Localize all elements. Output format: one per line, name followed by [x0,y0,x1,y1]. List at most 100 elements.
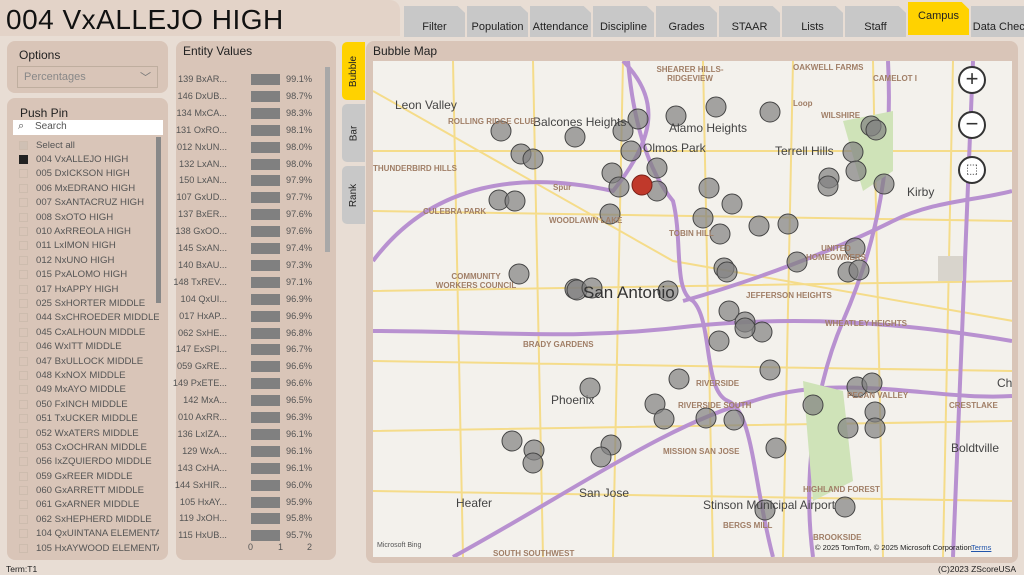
list-item[interactable]: 050 FxINCH MIDDLE [19,397,159,411]
map-bubble[interactable] [646,157,668,179]
map-bubble[interactable] [837,417,859,439]
tab-bubble[interactable]: Bubble [342,42,365,100]
map-bubble[interactable] [759,101,781,123]
map-bubble[interactable] [759,359,781,381]
list-item[interactable]: 049 MxAYO MIDDLE [19,383,159,397]
entity-scrollbar[interactable] [325,67,330,252]
map-bubble[interactable] [708,330,730,352]
checkbox[interactable] [19,486,28,496]
checkbox[interactable] [19,140,28,150]
list-item[interactable]: 051 TxUCKER MIDDLE [19,411,159,425]
list-item[interactable]: 010 AxRREOLA HIGH [19,224,159,238]
checkbox[interactable] [19,471,28,481]
list-item[interactable]: 046 WxITT MIDDLE [19,339,159,353]
checkbox[interactable] [19,327,28,337]
table-row[interactable]: 142 MxA... 96.5% [180,394,320,407]
map-bubble[interactable] [501,430,523,452]
tab-bar[interactable]: Bar [342,104,365,162]
map-bubble[interactable] [627,108,649,130]
tab-staar[interactable]: STAAR [719,6,780,37]
map-bubble[interactable] [861,372,883,394]
table-row[interactable]: 149 PxETE... 96.6% [173,377,320,390]
tab-grades[interactable]: Grades [656,6,717,37]
table-row[interactable]: 144 SxHIR... 96.0% [175,479,320,492]
map-bubble[interactable] [668,368,690,390]
tab-data-check[interactable]: Data Check [971,6,1024,37]
table-row[interactable]: 010 AxRR... 96.3% [178,411,320,424]
checkbox[interactable] [19,227,28,237]
table-row[interactable]: 134 MxCA... 98.3% [176,107,320,120]
list-item[interactable]: 011 LxIMON HIGH [19,239,159,253]
map-bubble[interactable] [845,160,867,182]
table-row[interactable]: 059 GxRE... 96.6% [177,360,320,373]
table-row[interactable]: 132 LxAN... 98.0% [179,158,320,171]
checkbox[interactable] [19,212,28,222]
checkbox[interactable] [19,385,28,395]
table-row[interactable]: 145 SxAN... 97.4% [178,242,320,255]
list-item[interactable]: 008 SxOTO HIGH [19,210,159,224]
map-bubble[interactable] [564,126,586,148]
list-item[interactable]: 012 NxUNO HIGH [19,253,159,267]
table-row[interactable]: 017 HxAP... 96.9% [179,310,320,323]
tab-staff[interactable]: Staff [845,6,906,37]
checkbox[interactable] [19,514,28,524]
list-item[interactable]: 104 QxUINTANA ELEMENTA... [19,527,159,541]
checkbox[interactable] [19,442,28,452]
map-bubble[interactable] [865,119,887,141]
list-item[interactable]: 053 CxOCHRAN MIDDLE [19,440,159,454]
checkbox[interactable] [19,414,28,424]
checkbox[interactable] [19,428,28,438]
map-bubble[interactable] [834,496,856,518]
map-bubble[interactable] [765,437,787,459]
options-dropdown[interactable]: Percentages ﹀ [17,66,158,88]
checkbox[interactable] [19,543,28,553]
list-item[interactable]: 047 BxULLOCK MIDDLE [19,354,159,368]
pushpin-scrollbar[interactable] [156,137,161,303]
map-bubble[interactable] [716,261,738,283]
checkbox[interactable] [19,255,28,265]
table-row[interactable]: 105 HxAY... 95.9% [180,496,320,509]
list-item[interactable]: 007 SxANTACRUZ HIGH [19,196,159,210]
checkbox[interactable] [19,241,28,251]
table-row[interactable]: 107 GxUD... 97.7% [176,191,320,204]
table-row[interactable]: 148 TxREV... 97.1% [173,276,320,289]
list-item[interactable]: 060 GxARRETT MIDDLE [19,483,159,497]
table-row[interactable]: 137 BxER... 97.6% [178,208,320,221]
map-bubble[interactable] [802,394,824,416]
map-bubble[interactable] [848,259,870,281]
table-row[interactable]: 062 SxHE... 96.8% [178,327,320,340]
map-bubble[interactable] [698,177,720,199]
checkbox[interactable] [19,342,28,352]
table-row[interactable]: 146 DxUB... 98.7% [177,90,320,103]
map-bubble[interactable] [864,417,886,439]
checkbox[interactable] [19,284,28,294]
list-item[interactable]: 045 CxALHOUN MIDDLE [19,325,159,339]
table-row[interactable]: 138 GxOO... 97.6% [175,225,320,238]
list-item[interactable]: 044 SxCHROEDER MIDDLE [19,311,159,325]
checkbox[interactable] [19,457,28,467]
tab-population[interactable]: Population [467,6,528,37]
checkbox[interactable] [19,198,28,208]
list-item[interactable]: 015 PxALOMO HIGH [19,268,159,282]
table-row[interactable]: 119 JxOH... 95.8% [179,512,320,525]
map-bubble[interactable] [692,207,714,229]
list-item[interactable]: 017 HxAPPY HIGH [19,282,159,296]
list-item[interactable]: 061 GxARNER MIDDLE [19,498,159,512]
map-bubble[interactable] [734,317,756,339]
map-bubble[interactable] [842,141,864,163]
checkbox[interactable] [19,529,28,539]
checkbox[interactable] [19,155,28,165]
list-item[interactable]: 004 VxALLEJO HIGH [19,152,159,166]
table-row[interactable]: 143 CxHA... 96.1% [177,462,320,475]
list-item[interactable]: 105 HxAYWOOD ELEMENTA... [19,541,159,555]
map-bubble[interactable] [608,176,630,198]
checkbox[interactable] [19,500,28,510]
select-tool-button[interactable]: ⬚ [958,156,986,184]
tab-discipline[interactable]: Discipline [593,6,654,37]
tab-filter[interactable]: Filter [404,6,465,37]
list-item[interactable]: Select all [19,138,159,152]
checkbox[interactable] [19,298,28,308]
list-item[interactable]: 025 SxHORTER MIDDLE [19,296,159,310]
checkbox[interactable] [19,270,28,280]
tab-rank[interactable]: Rank [342,166,365,224]
